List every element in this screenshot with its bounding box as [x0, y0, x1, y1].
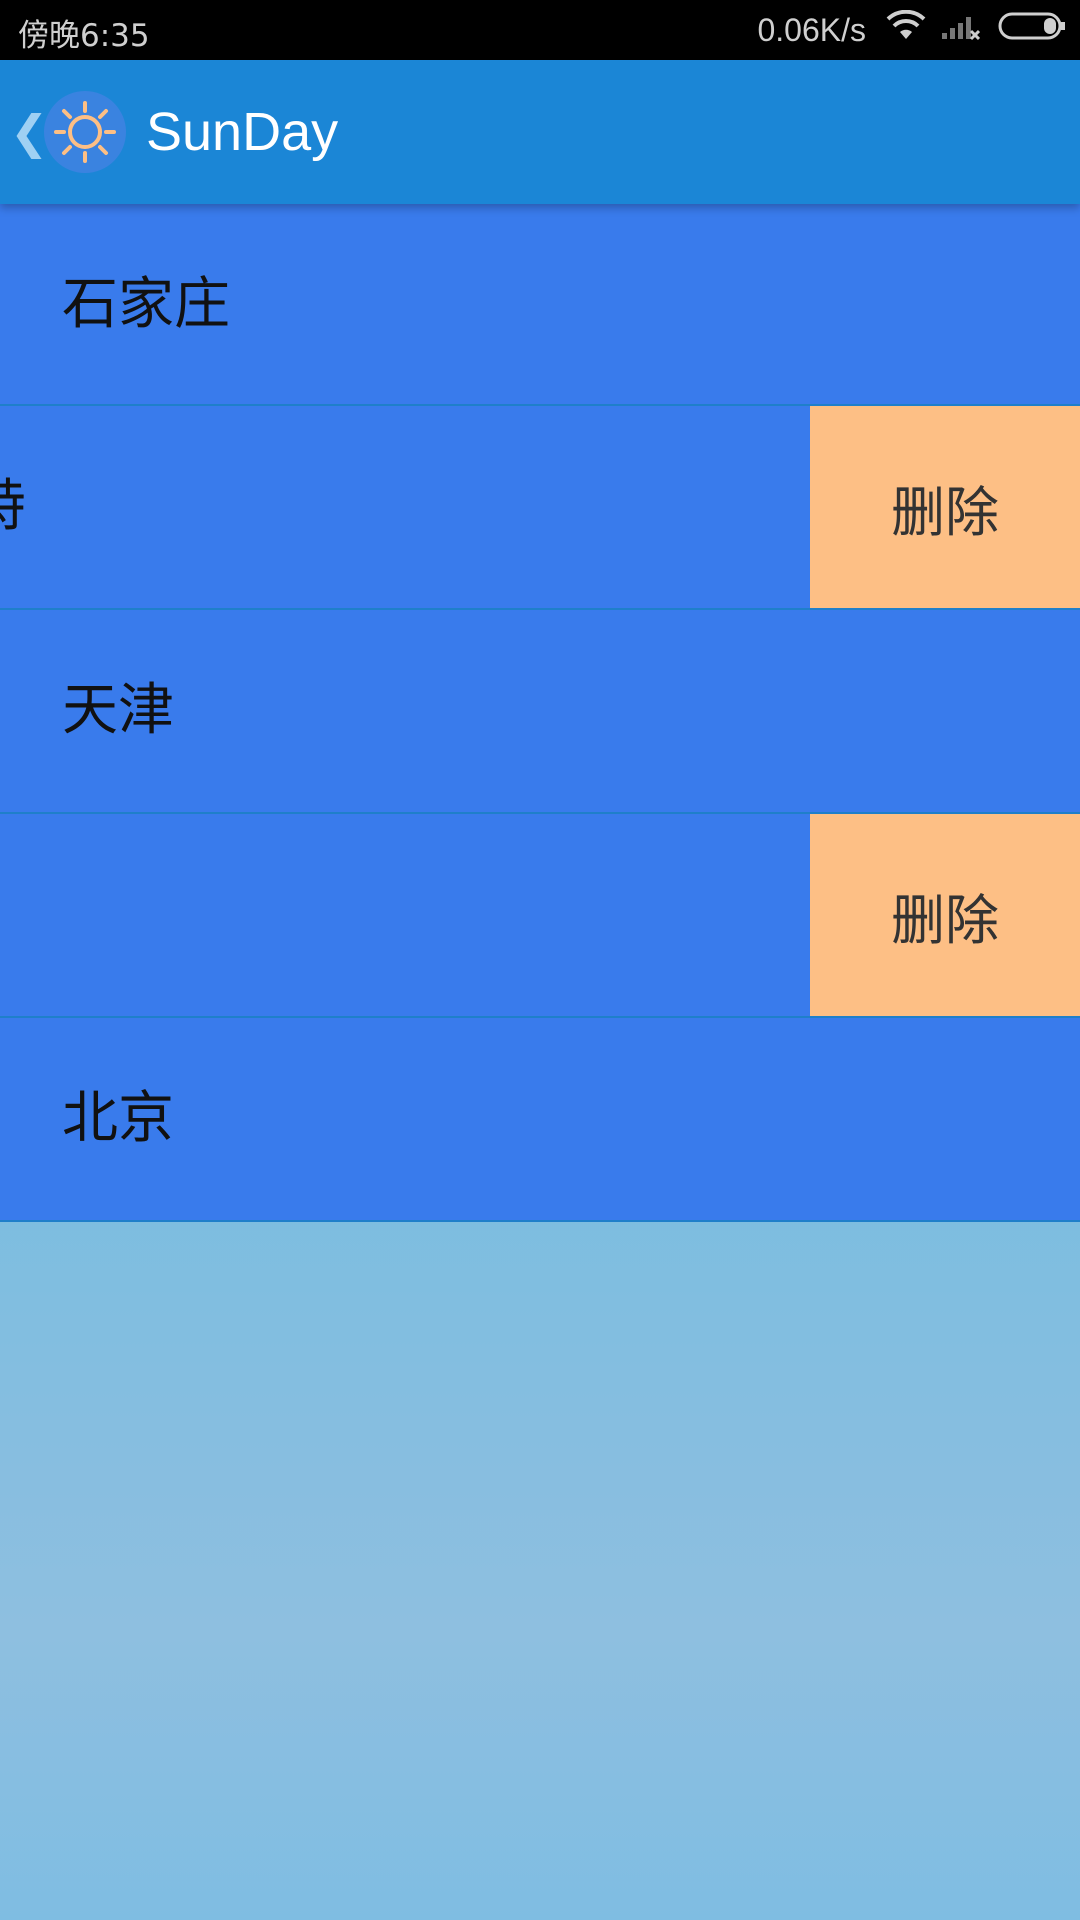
network-speed: 0.06K/s: [757, 11, 866, 48]
toolbar: ❮ SunDay: [0, 60, 1080, 204]
back-icon[interactable]: ❮: [10, 104, 49, 160]
city-row[interactable]: 呼和浩特 删除: [0, 406, 1080, 610]
signal-icon: [940, 11, 981, 49]
city-name: 北京: [62, 1086, 174, 1151]
sun-icon[interactable]: [44, 91, 126, 173]
city-name: 天津: [62, 678, 174, 743]
city-row[interactable]: 北京: [0, 1018, 1080, 1222]
battery-icon: [998, 11, 1068, 49]
status-bar: 傍晚6:35 0.06K/s: [0, 0, 1080, 60]
delete-button[interactable]: 删除: [810, 406, 1080, 608]
city-row[interactable]: 天津: [0, 610, 1080, 814]
city-row[interactable]: 删除: [0, 814, 1080, 1018]
city-row[interactable]: 石家庄: [0, 204, 1080, 406]
status-icons: 0.06K/s: [757, 0, 1068, 60]
city-list: 石家庄 呼和浩特 删除 天津 删除 北京: [0, 204, 1080, 1222]
app-title: SunDay: [146, 102, 339, 162]
status-time: 傍晚6:35: [18, 18, 150, 54]
wifi-icon: [886, 9, 926, 50]
city-name: 石家庄: [62, 272, 230, 337]
city-name: 呼和浩特: [0, 473, 26, 541]
delete-button[interactable]: 删除: [810, 814, 1080, 1016]
